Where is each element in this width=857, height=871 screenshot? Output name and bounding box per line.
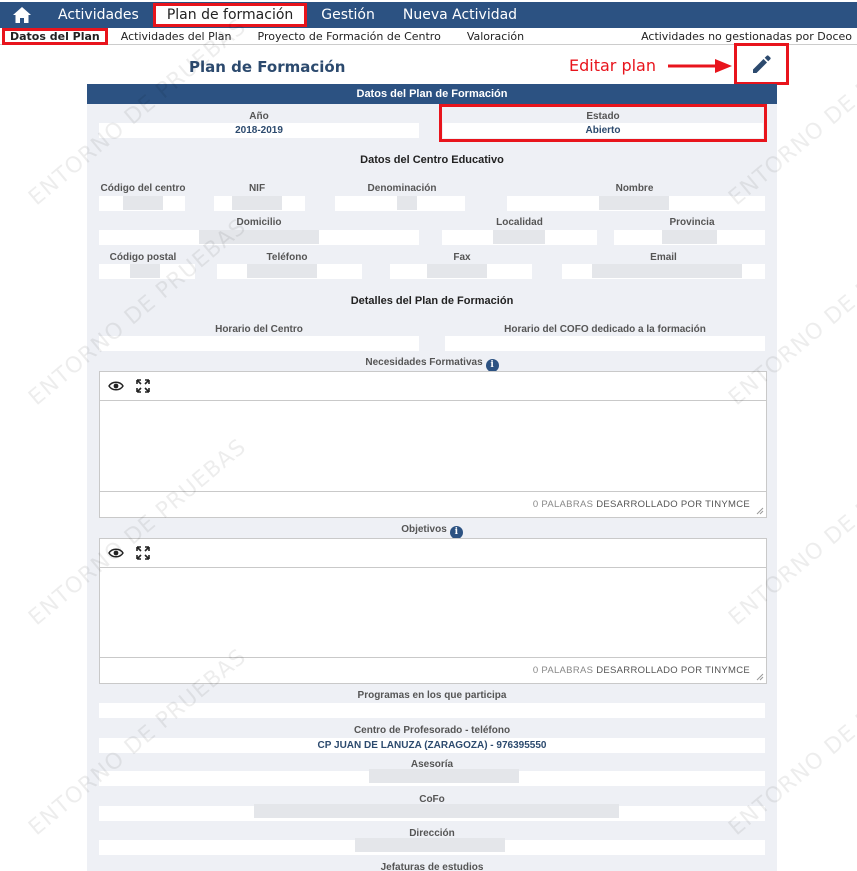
- objetivos-editor[interactable]: 0 PALABRAS DESARROLLADO POR TINYMCE: [99, 538, 767, 684]
- provincia-label: Provincia: [669, 217, 715, 228]
- tab-actividades-no-gestionadas[interactable]: Actividades no gestionadas por Doceo: [628, 28, 857, 45]
- nombre-label: Nombre: [615, 183, 654, 194]
- jefaturas-label: Jefaturas de estudios: [380, 862, 484, 871]
- tinymce-brand[interactable]: DESARROLLADO POR TINYMCE: [596, 499, 750, 510]
- home-icon[interactable]: [0, 2, 44, 28]
- detalles-section-title: Detalles del Plan de Formación: [350, 295, 514, 307]
- redacted-value: [123, 196, 163, 210]
- resize-handle-icon[interactable]: [756, 507, 764, 515]
- domicilio-label: Domicilio: [236, 217, 282, 228]
- horario-centro-label: Horario del Centro: [215, 324, 303, 335]
- redacted-value: [232, 196, 282, 210]
- codigo-postal-label: Código postal: [109, 252, 177, 263]
- word-count: 0 PALABRAS: [532, 499, 594, 510]
- editor-statusbar: 0 PALABRAS DESARROLLADO POR TINYMCE: [100, 657, 766, 683]
- eye-icon[interactable]: [108, 547, 124, 559]
- redacted-value: [592, 264, 742, 278]
- edit-plan-annotation: Editar plan: [569, 56, 656, 75]
- programas-label: Programas en los que participa: [357, 690, 507, 701]
- redacted-value: [493, 230, 545, 244]
- eye-icon[interactable]: [108, 380, 124, 392]
- page-title: Plan de Formación: [189, 58, 346, 76]
- codigo-centro-label: Código del centro: [100, 183, 186, 194]
- redacted-value: [254, 804, 619, 818]
- fax-label: Fax: [453, 252, 471, 263]
- cep-field[interactable]: CP JUAN DE LANUZA (ZARAGOZA) - 976395550: [99, 738, 765, 753]
- necesidades-label: Necesidades Formativas i: [87, 357, 777, 372]
- redacted-value: [369, 769, 519, 783]
- pencil-icon: [752, 55, 771, 73]
- redacted-value: [130, 264, 160, 278]
- editor-toolbar: [100, 539, 766, 568]
- anio-label: Año: [249, 111, 269, 122]
- anio-field[interactable]: 2018-2019: [99, 123, 419, 138]
- redacted-value: [662, 230, 717, 244]
- nav-actividades[interactable]: Actividades: [44, 2, 153, 28]
- edit-plan-button[interactable]: [734, 43, 789, 85]
- email-label: Email: [650, 252, 677, 263]
- denominacion-label: Denominación: [367, 183, 437, 194]
- necesidades-editor[interactable]: 0 PALABRAS DESARROLLADO POR TINYMCE: [99, 371, 767, 518]
- nif-label: NIF: [248, 183, 266, 194]
- top-nav: Actividades Plan de formación Gestión Nu…: [0, 2, 857, 28]
- word-count: 0 PALABRAS: [532, 665, 594, 676]
- tab-valoracion[interactable]: Valoración: [454, 28, 537, 45]
- tab-datos-del-plan[interactable]: Datos del Plan: [2, 27, 108, 45]
- centro-section-title: Datos del Centro Educativo: [360, 154, 504, 166]
- tab-proyecto-formacion[interactable]: Proyecto de Formación de Centro: [245, 28, 454, 45]
- resize-handle-icon[interactable]: [756, 673, 764, 681]
- nav-nueva-actividad[interactable]: Nueva Actividad: [389, 2, 531, 28]
- sub-nav: Datos del Plan Actividades del Plan Proy…: [0, 27, 857, 45]
- redacted-value: [599, 196, 669, 210]
- arrow-right-icon: [668, 59, 732, 73]
- editor-statusbar: 0 PALABRAS DESARROLLADO POR TINYMCE: [100, 491, 766, 517]
- redacted-value: [355, 838, 505, 852]
- redacted-value: [247, 264, 317, 278]
- plan-panel: Datos del Plan de Formación Año 2018-201…: [87, 84, 777, 871]
- estado-field[interactable]: Abierto: [443, 123, 763, 138]
- redacted-value: [397, 196, 417, 210]
- panel-header: Datos del Plan de Formación: [87, 84, 777, 104]
- redacted-value: [427, 264, 487, 278]
- fullscreen-icon[interactable]: [136, 546, 150, 560]
- nav-gestion[interactable]: Gestión: [307, 2, 389, 28]
- nav-plan-de-formacion[interactable]: Plan de formación: [152, 3, 308, 27]
- tinymce-brand[interactable]: DESARROLLADO POR TINYMCE: [596, 665, 750, 676]
- fullscreen-icon[interactable]: [136, 379, 150, 393]
- horario-cofo-field[interactable]: [445, 336, 765, 351]
- editor-toolbar: [100, 372, 766, 401]
- redacted-value: [199, 230, 319, 244]
- horario-cofo-label: Horario del COFO dedicado a la formación: [504, 324, 706, 335]
- telefono-label: Teléfono: [266, 252, 308, 263]
- tab-actividades-del-plan[interactable]: Actividades del Plan: [108, 28, 245, 45]
- programas-field[interactable]: [99, 703, 765, 718]
- horario-centro-field[interactable]: [99, 336, 419, 351]
- objetivos-label: Objetivos i: [87, 524, 777, 539]
- localidad-label: Localidad: [496, 217, 543, 228]
- estado-label: Estado: [586, 111, 620, 122]
- cep-label: Centro de Profesorado - teléfono: [353, 725, 511, 736]
